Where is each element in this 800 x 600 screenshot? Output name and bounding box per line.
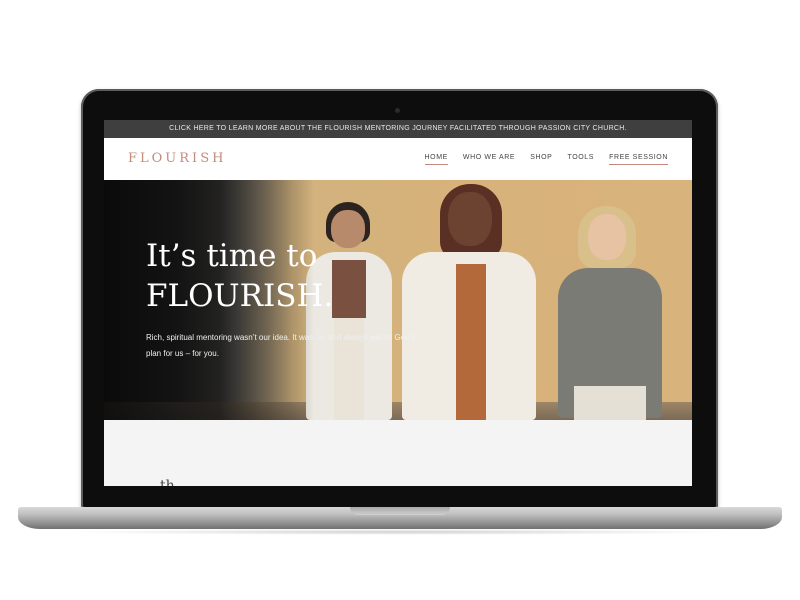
hero-banner: It’s time to FLOURISH. Rich, spiritual m… xyxy=(104,180,692,420)
webcam-icon xyxy=(395,108,400,113)
below-hero-section: th xyxy=(104,420,692,486)
nav-item-home[interactable]: HOME xyxy=(424,154,448,165)
nav-item-shop[interactable]: SHOP xyxy=(530,154,552,165)
site-logo[interactable]: FLOURISH xyxy=(128,151,226,166)
hero-subtitle: Rich, spiritual mentoring wasn’t our ide… xyxy=(146,333,416,358)
hero-person-center xyxy=(394,180,544,420)
laptop-shadow xyxy=(60,529,740,535)
website-screen: CLICK HERE TO LEARN MORE ABOUT THE FLOUR… xyxy=(104,120,692,486)
site-header: FLOURISH HOME WHO WE ARE SHOP TOOLS FREE… xyxy=(104,138,692,180)
hero-title-line-2: FLOURISH. xyxy=(146,278,334,314)
announcement-bar[interactable]: CLICK HERE TO LEARN MORE ABOUT THE FLOUR… xyxy=(104,120,692,138)
hero-person-right xyxy=(544,206,674,420)
announcement-text[interactable]: CLICK HERE TO LEARN MORE ABOUT THE FLOUR… xyxy=(169,125,627,132)
nav-item-free-session[interactable]: FREE SESSION xyxy=(609,154,668,165)
hero-title: It’s time to FLOURISH. xyxy=(146,236,333,316)
section-heading-partial: th xyxy=(160,478,175,486)
hero-title-line-1: It’s time to xyxy=(146,238,318,274)
laptop-base-notch xyxy=(350,507,450,515)
main-nav: HOME WHO WE ARE SHOP TOOLS FREE SESSION xyxy=(424,154,668,165)
nav-item-tools[interactable]: TOOLS xyxy=(567,154,594,165)
nav-item-who-we-are[interactable]: WHO WE ARE xyxy=(463,154,515,165)
